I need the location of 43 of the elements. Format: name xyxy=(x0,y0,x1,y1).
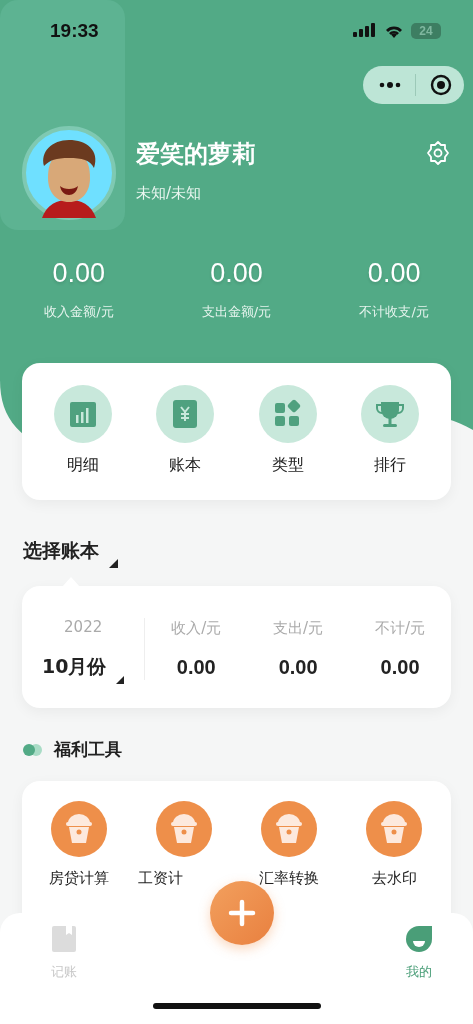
user-subtitle: 未知/未知 xyxy=(136,183,203,203)
more-icon[interactable] xyxy=(379,81,401,89)
avatar-icon[interactable] xyxy=(22,126,116,220)
trophy-icon xyxy=(360,385,419,443)
column-value: 0.00 xyxy=(380,656,420,679)
tool-button[interactable]: 房贷计算 xyxy=(28,801,129,888)
amount-label: 支出金额/元 xyxy=(201,303,272,321)
column-label: 支出/元 xyxy=(273,619,324,638)
plus-icon xyxy=(227,899,256,927)
tool-button[interactable]: 工资计 xyxy=(133,801,234,888)
cup-icon xyxy=(261,801,318,857)
status-time: 19:33 xyxy=(50,20,99,42)
amount-label: 不计收支/元 xyxy=(359,303,429,321)
close-icon[interactable] xyxy=(430,74,452,96)
settings-icon[interactable] xyxy=(425,140,451,166)
column-value: 0.00 xyxy=(176,656,216,679)
signal-icon xyxy=(353,23,377,39)
tool-button[interactable]: 汇率转换 xyxy=(239,801,340,888)
shortcut-button[interactable]: 类型 xyxy=(247,385,328,476)
amount-value: 0.00 xyxy=(52,258,106,289)
year-label: 2022 xyxy=(64,618,103,636)
amount-value: 0.00 xyxy=(367,258,421,289)
grid-icon xyxy=(258,385,317,443)
book-icon xyxy=(50,925,78,953)
column-label: 不计/元 xyxy=(375,619,426,638)
amount-value: 0.00 xyxy=(210,258,263,289)
ledger-icon xyxy=(156,385,215,443)
cup-icon xyxy=(155,801,212,857)
shortcut-button[interactable]: 明细 xyxy=(43,385,124,476)
column-label: 收入/元 xyxy=(171,619,222,638)
section-title: 福利工具 xyxy=(54,738,122,761)
column-value: 0.00 xyxy=(278,656,318,679)
smile-leaf-icon xyxy=(405,925,433,953)
battery-icon: 24 xyxy=(411,23,441,39)
cup-icon xyxy=(50,801,107,857)
shortcut-button[interactable]: 排行 xyxy=(349,385,430,476)
user-name: 爱笑的萝莉 xyxy=(136,138,257,170)
calendar-chart-icon xyxy=(54,385,113,443)
shortcut-button[interactable]: 账本 xyxy=(145,385,226,476)
amount-label: 收入金额/元 xyxy=(44,303,114,321)
tool-button[interactable]: 去水印 xyxy=(344,801,445,888)
cup-icon xyxy=(366,801,423,857)
dots-icon xyxy=(22,742,44,757)
